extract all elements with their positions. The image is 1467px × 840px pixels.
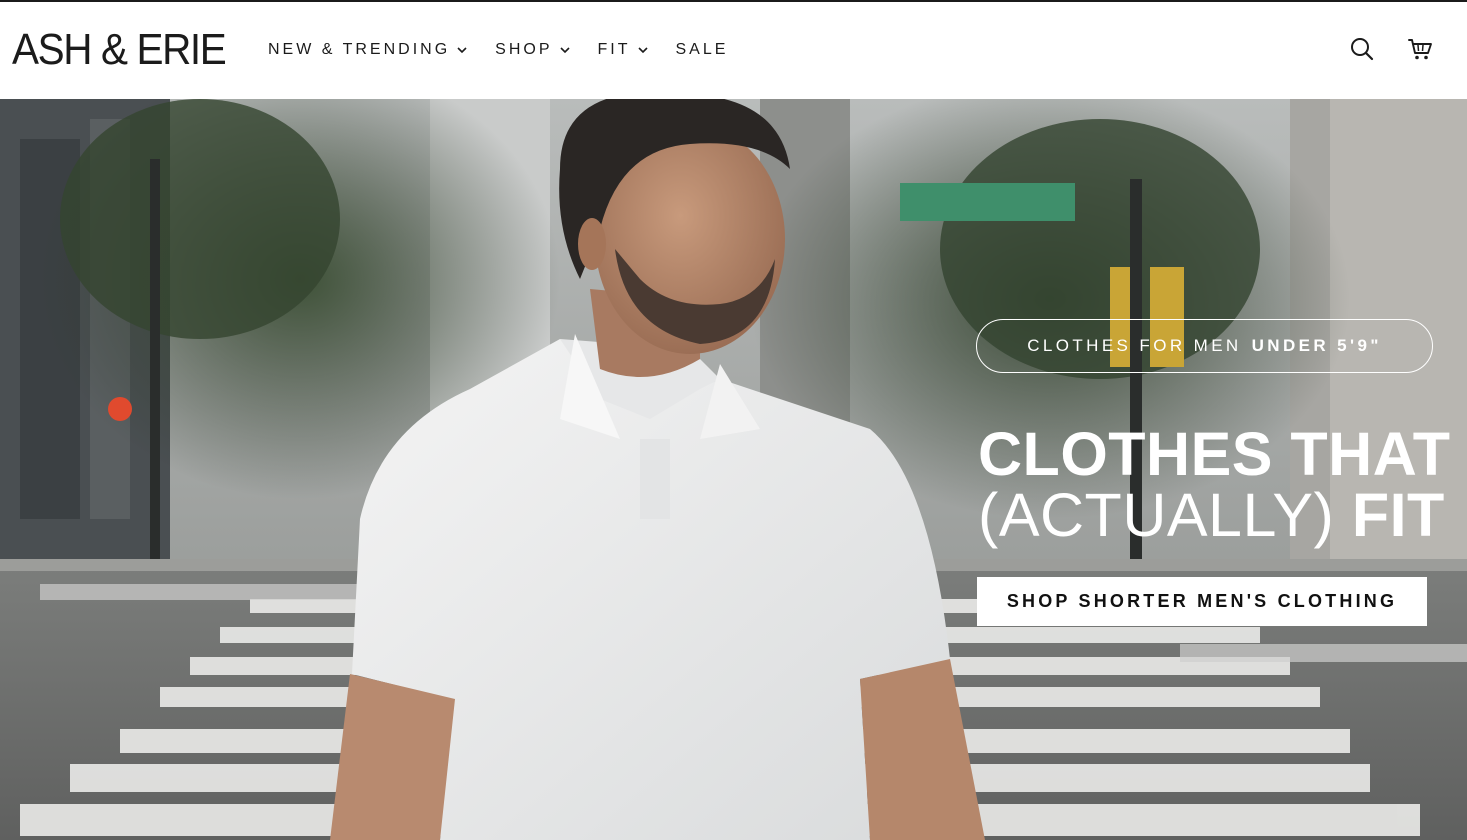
headline-line-2: (ACTUALLY) FIT [978,485,1448,546]
chevron-down-icon [457,47,467,54]
headline-fit: FIT [1351,481,1445,549]
site-header: ASH & ERIE NEW & TRENDING SHOP FIT SALE [0,2,1467,99]
hero-headline: CLOTHES THAT (ACTUALLY) FIT [978,420,1451,546]
nav-item-fit[interactable]: FIT [598,41,650,59]
eyebrow-text: CLOTHES FOR MEN [1027,336,1242,355]
nav-item-label: SALE [675,41,729,58]
header-icons [1349,36,1433,62]
nav-item-label: NEW & TRENDING [268,41,451,58]
shop-shorter-mens-clothing-button[interactable]: SHOP SHORTER MEN'S CLOTHING [977,577,1427,626]
search-icon[interactable] [1349,36,1375,62]
hero-banner: CLOTHES FOR MEN UNDER 5'9" CLOTHES THAT … [0,99,1467,840]
cart-icon[interactable] [1407,36,1433,62]
nav-item-new-trending[interactable]: NEW & TRENDING [268,41,469,59]
headline-line-1: CLOTHES THAT [978,420,1451,488]
nav-item-shop[interactable]: SHOP [495,41,571,59]
main-nav: NEW & TRENDING SHOP FIT SALE [268,38,728,62]
chevron-down-icon [637,47,648,54]
nav-item-label: FIT [597,41,631,58]
nav-item-sale[interactable]: SALE [676,41,729,59]
eyebrow-emphasis: UNDER 5'9" [1251,336,1382,355]
chevron-down-icon [559,47,570,54]
brand-logo[interactable]: ASH & ERIE [12,25,227,75]
hero-eyebrow-pill: CLOTHES FOR MEN UNDER 5'9" [976,319,1433,373]
nav-item-label: SHOP [495,41,553,58]
headline-paren: (ACTUALLY) [978,481,1335,549]
